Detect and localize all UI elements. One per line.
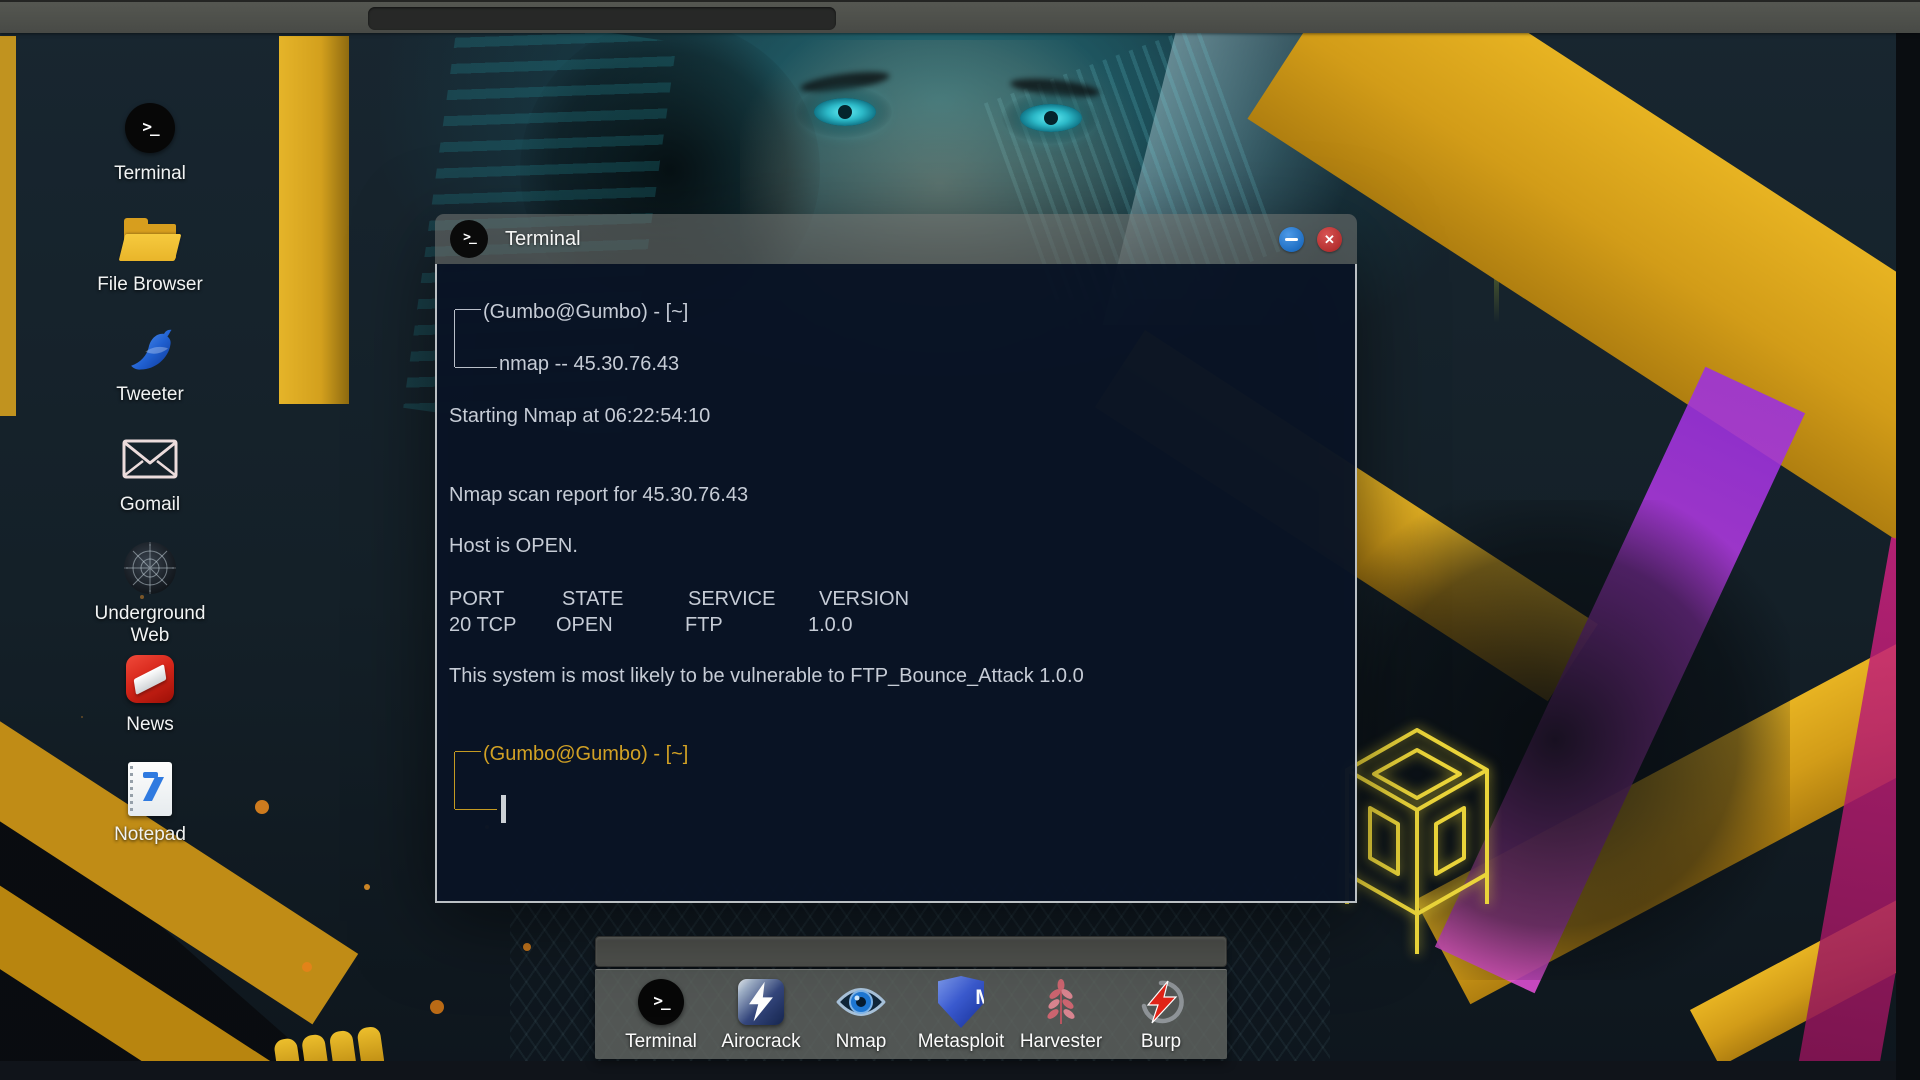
port-table-cell: FTP — [685, 614, 723, 636]
host-status-line: Host is OPEN. — [449, 535, 578, 557]
dock-item-burp[interactable]: Burp — [1111, 976, 1211, 1059]
desktop-icon-label: Tweeter — [116, 384, 184, 405]
terminal-icon: >_ — [125, 103, 175, 153]
desktop-icon-underground-web[interactable]: Underground Web — [88, 540, 212, 647]
terminal-window: >_ Terminal ✕ (Gumbo@Gumbo) - [~] nmap -… — [435, 214, 1357, 903]
desktop-icon-label: News — [126, 714, 174, 735]
dock-item-label: Terminal — [625, 1031, 697, 1052]
dock-item-nmap[interactable]: Nmap — [811, 976, 911, 1059]
nmap-starting-line: Starting Nmap at 06:22:54:10 — [449, 405, 711, 427]
web-sphere-icon — [124, 542, 176, 594]
nmap-report-line: Nmap scan report for 45.30.76.43 — [449, 484, 749, 506]
wallpaper-shape — [1044, 111, 1058, 125]
desktop-icon-label: Gomail — [119, 494, 181, 515]
shield-icon: M — [938, 976, 984, 1028]
dock-item-terminal[interactable]: >_ Terminal — [611, 976, 711, 1059]
window-controls: ✕ — [1279, 226, 1342, 252]
port-table-header: SERVICE — [688, 588, 776, 610]
lightning-icon — [1141, 980, 1184, 1024]
minimize-button[interactable] — [1279, 226, 1304, 252]
desktop-icon-label: Underground Web — [94, 603, 206, 646]
aircrack-icon — [738, 979, 784, 1025]
terminal-output[interactable]: (Gumbo@Gumbo) - [~] nmap -- 45.30.76.43 … — [435, 264, 1357, 903]
wallpaper-shape — [0, 36, 16, 416]
port-table-header: STATE — [562, 588, 624, 610]
desktop-icon-label: Terminal — [114, 163, 186, 184]
neon-cube-graphic — [1345, 728, 1489, 954]
dock-item-airocrack[interactable]: Airocrack — [711, 976, 811, 1059]
notepad-icon — [128, 762, 172, 816]
top-bar — [0, 0, 1920, 33]
bird-icon — [131, 329, 172, 370]
terminal-icon: >_ — [638, 979, 684, 1025]
news-icon — [126, 655, 174, 703]
prompt-user: (Gumbo@Gumbo) - [~] — [483, 301, 689, 323]
prompt-command: nmap -- 45.30.76.43 — [499, 353, 680, 375]
wallpaper-shape — [838, 105, 852, 119]
dock: >_ Terminal Airocrack Nmap M Metasploit — [595, 969, 1227, 1059]
dock-item-label: Burp — [1140, 1031, 1182, 1052]
folder-icon — [118, 217, 182, 261]
vulnerability-line: This system is most likely to be vulnera… — [449, 665, 1084, 687]
dock-item-label: Harvester — [1019, 1031, 1103, 1052]
top-bar-window-slot — [368, 7, 836, 30]
prompt-user: (Gumbo@Gumbo) - [~] — [483, 743, 689, 765]
wallpaper-shape — [1896, 33, 1920, 1080]
dock-item-label: Nmap — [835, 1031, 887, 1052]
port-table-cell: 20 TCP — [449, 614, 517, 636]
terminal-titlebar[interactable]: >_ Terminal ✕ — [435, 214, 1357, 264]
desktop-icon-notepad[interactable]: Notepad — [88, 761, 212, 846]
port-table-header: PORT — [449, 588, 505, 610]
desktop-icon-terminal[interactable]: >_ Terminal — [88, 100, 212, 185]
terminal-app-icon: >_ — [450, 220, 488, 258]
wallpaper-shape — [255, 800, 269, 814]
window-title: Terminal — [505, 227, 581, 250]
wallpaper-shape — [0, 1061, 1920, 1080]
dock-item-label: Airocrack — [721, 1031, 801, 1052]
port-table-header: VERSION — [819, 588, 910, 610]
dock-item-harvester[interactable]: Harvester — [1011, 976, 1111, 1059]
desktop-icon-file-browser[interactable]: File Browser — [88, 211, 212, 296]
dock-shelf — [595, 936, 1227, 967]
desktop-icon-news[interactable]: News — [88, 651, 212, 736]
dock-item-label: Metasploit — [917, 1031, 1005, 1052]
wallpaper-shape — [279, 36, 349, 404]
terminal-cursor — [501, 795, 506, 823]
port-table-cell: 1.0.0 — [808, 614, 853, 636]
desktop-icon-gomail[interactable]: Gomail — [88, 431, 212, 516]
port-table-cell: OPEN — [556, 614, 613, 636]
close-button[interactable]: ✕ — [1317, 226, 1342, 252]
envelope-icon — [122, 439, 178, 479]
wheat-icon — [1047, 979, 1075, 1024]
desktop-icon-tweeter[interactable]: Tweeter — [88, 321, 212, 406]
desktop-icon-label: Notepad — [114, 824, 186, 845]
desktop-icon-label: File Browser — [97, 274, 203, 295]
dock-item-metasploit[interactable]: M Metasploit — [911, 976, 1011, 1059]
eye-icon — [836, 988, 886, 1016]
